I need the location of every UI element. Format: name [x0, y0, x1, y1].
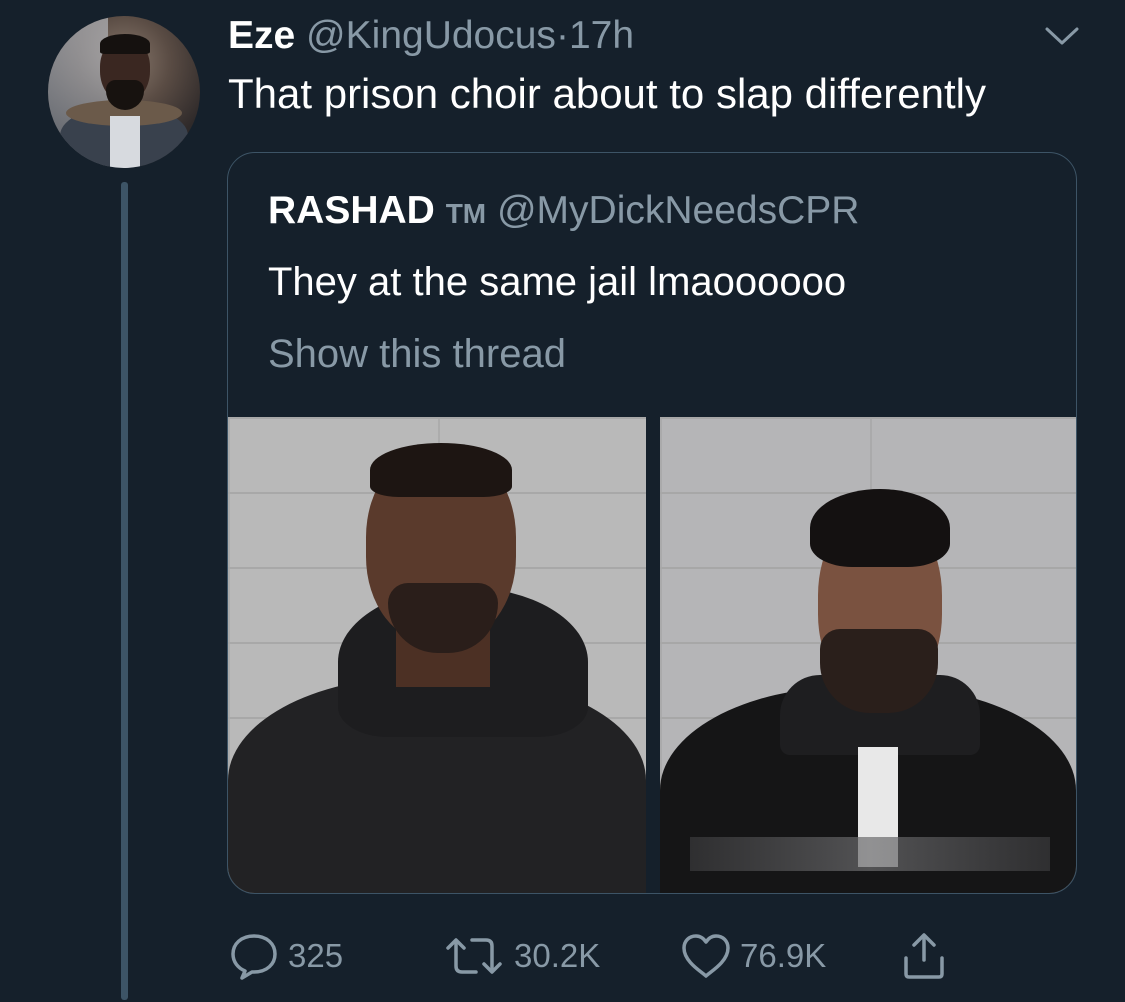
tweet-timestamp[interactable]: 17h	[569, 14, 634, 57]
heart-icon	[682, 934, 730, 978]
like-button[interactable]: 76.9K	[680, 930, 826, 982]
author-handle[interactable]: @KingUdocus	[306, 14, 556, 57]
separator-dot: ·	[555, 14, 569, 57]
quoted-tweet-text: They at the same jail lmaoooooo	[268, 260, 847, 304]
tweet-actions: 325 30.2K 76.9K	[228, 930, 968, 982]
show-thread-link[interactable]: Show this thread	[268, 329, 566, 379]
tweet-text: That prison choir about to slap differen…	[228, 70, 986, 117]
retweet-button[interactable]: 30.2K	[442, 930, 600, 982]
speech-bubble-icon	[231, 934, 277, 980]
quoted-author-handle: @MyDickNeedsCPR	[496, 189, 860, 232]
tweet-header: Eze @KingUdocus·17h	[228, 12, 634, 60]
like-count: 76.9K	[740, 937, 827, 974]
quoted-photo-right[interactable]	[660, 417, 1076, 893]
author-name[interactable]: Eze	[228, 14, 295, 57]
thread-connector-line	[121, 182, 128, 1000]
quoted-tweet-header: RASHAD TM @MyDickNeedsCPR	[268, 187, 859, 238]
author-avatar[interactable]	[48, 16, 200, 168]
retweet-arrows-icon	[446, 938, 502, 974]
photo-divider	[646, 417, 660, 893]
chevron-down-icon[interactable]	[1044, 26, 1080, 46]
quoted-author-suffix: TM	[445, 198, 487, 229]
reply-button[interactable]: 325	[228, 930, 343, 982]
quoted-photo-left[interactable]	[228, 417, 646, 893]
quoted-author-name: RASHAD	[268, 189, 435, 232]
quoted-tweet-card[interactable]: RASHAD TM @MyDickNeedsCPR They at the sa…	[227, 152, 1077, 894]
reply-count: 325	[288, 937, 344, 974]
share-button[interactable]	[900, 930, 948, 982]
share-upload-icon	[904, 933, 944, 979]
retweet-count: 30.2K	[514, 937, 601, 974]
